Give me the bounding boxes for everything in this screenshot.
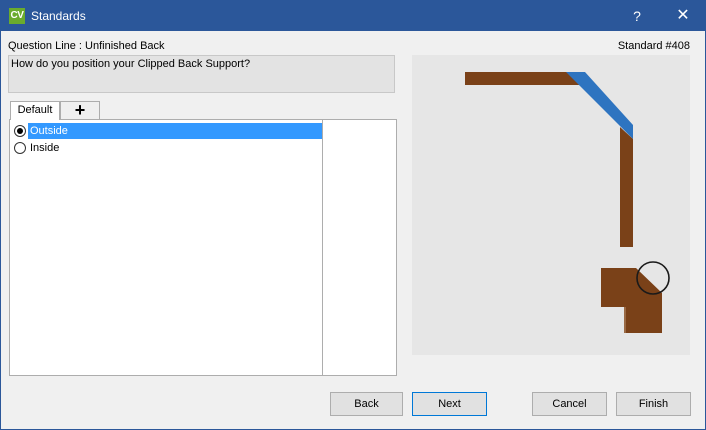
clipped-back-diagram bbox=[465, 72, 670, 333]
question-line-label: Question Line : Unfinished Back bbox=[8, 40, 165, 52]
finish-button[interactable]: Finish bbox=[616, 392, 691, 416]
options-list: Outside Inside bbox=[9, 119, 397, 376]
radio-outside[interactable] bbox=[14, 125, 26, 137]
preview-panel bbox=[412, 55, 690, 355]
back-button[interactable]: Back bbox=[330, 392, 403, 416]
corner-profile-edge bbox=[624, 307, 626, 333]
corner-profile bbox=[601, 268, 662, 333]
title-bar[interactable]: CV Standards ? ✕ bbox=[1, 1, 705, 31]
close-button[interactable]: ✕ bbox=[663, 1, 703, 31]
tab-default[interactable]: Default bbox=[10, 101, 60, 120]
standard-number: Standard #408 bbox=[617, 40, 690, 52]
app-icon: CV bbox=[9, 8, 25, 24]
radio-inside[interactable] bbox=[14, 142, 26, 154]
option-label: Outside bbox=[28, 123, 322, 139]
option-label: Inside bbox=[30, 142, 60, 154]
window-title: Standards bbox=[31, 9, 86, 23]
list-divider bbox=[322, 120, 323, 375]
option-outside[interactable]: Outside bbox=[12, 123, 322, 139]
question-text: How do you position your Clipped Back Su… bbox=[8, 55, 395, 93]
help-button[interactable]: ? bbox=[617, 1, 657, 31]
add-tab-button[interactable]: + bbox=[60, 101, 100, 119]
cancel-button[interactable]: Cancel bbox=[532, 392, 607, 416]
side-board bbox=[620, 127, 633, 247]
next-button[interactable]: Next bbox=[412, 392, 487, 416]
option-inside[interactable]: Inside bbox=[12, 140, 322, 156]
